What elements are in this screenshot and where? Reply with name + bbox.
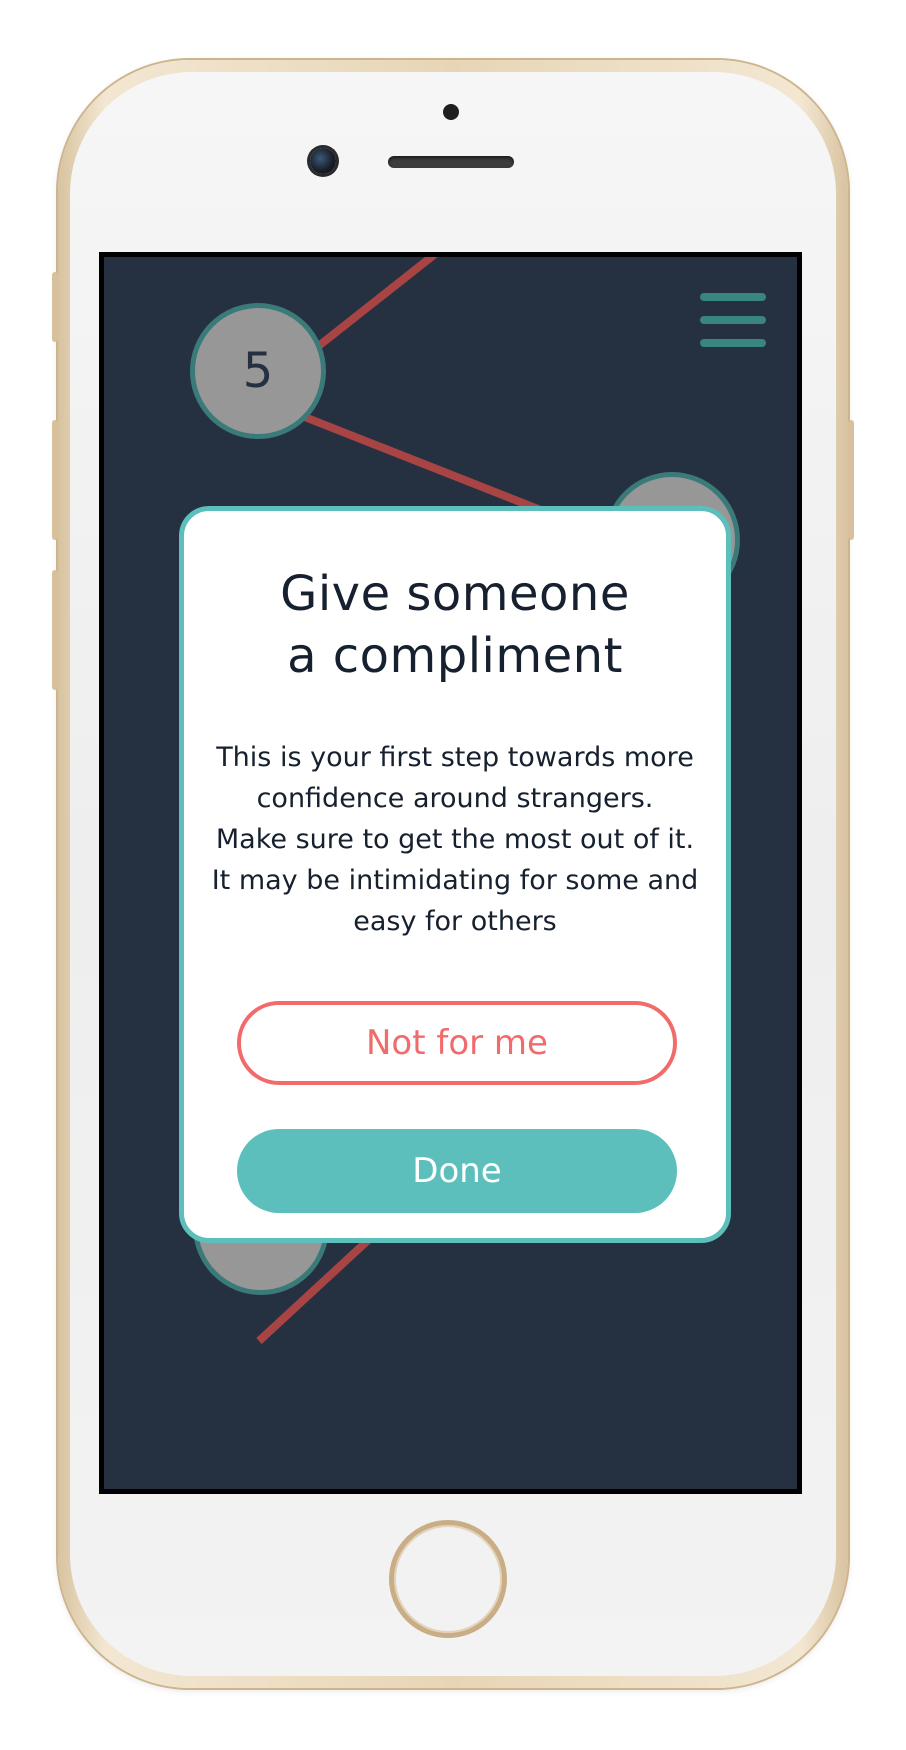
dialog-title-line: a compliment: [287, 628, 623, 684]
proximity-sensor: [443, 104, 459, 120]
dialog-description-line: Make sure to get the most out of it.: [215, 824, 695, 855]
mute-switch: [52, 272, 58, 342]
dialog-title: Give someone a compliment: [184, 563, 726, 687]
power-button: [848, 420, 854, 540]
home-button[interactable]: [389, 1520, 507, 1638]
done-button[interactable]: Done: [237, 1129, 677, 1213]
app-screen: 5 1 Give someone a compliment This is yo…: [104, 257, 797, 1489]
level-node-label: 5: [242, 343, 274, 399]
front-camera: [310, 148, 336, 174]
menu-bar: [700, 316, 766, 324]
dialog-description-line: easy for others: [353, 906, 557, 937]
dialog-description-line: This is your first step towards more: [216, 742, 694, 773]
not-for-me-button[interactable]: Not for me: [237, 1001, 677, 1085]
hamburger-menu-icon[interactable]: [700, 293, 766, 347]
volume-down-button: [52, 570, 58, 690]
dialog-title-line: Give someone: [280, 566, 630, 622]
volume-up-button: [52, 420, 58, 540]
challenge-dialog: Give someone a compliment This is your f…: [179, 506, 731, 1243]
screen: 5 1 Give someone a compliment This is yo…: [99, 252, 802, 1494]
dialog-description-line: It may be intimidating for some and: [211, 865, 699, 896]
level-node-5[interactable]: 5: [190, 303, 326, 439]
dialog-description-line: confidence around strangers.: [256, 783, 654, 814]
earpiece-speaker: [388, 156, 514, 168]
menu-bar: [700, 293, 766, 301]
dialog-description: This is your first step towards more con…: [202, 737, 708, 942]
menu-bar: [700, 339, 766, 347]
